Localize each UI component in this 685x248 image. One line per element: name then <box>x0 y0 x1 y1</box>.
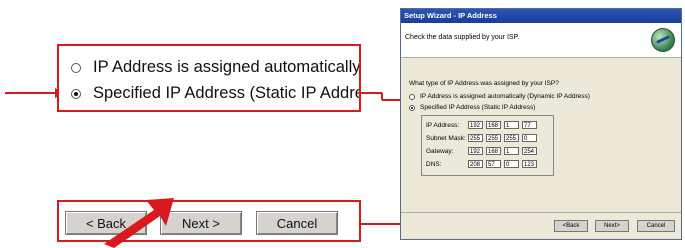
pointer-arrow-icon <box>104 198 174 248</box>
subnet-mask-octet-4[interactable]: 0 <box>522 134 537 142</box>
ip-address-octet-3[interactable]: 1 <box>504 121 519 129</box>
cancel-button-zoom[interactable]: Cancel <box>256 211 338 235</box>
radio-static-zoom[interactable]: Specified IP Address (Static IP Address) <box>71 84 361 103</box>
dialog-footer: <Back Next> Cancel <box>401 212 681 239</box>
radio-static-ip[interactable]: Specified IP Address (Static IP Address) <box>409 104 535 111</box>
dns-label: DNS: <box>426 160 442 168</box>
subnet-mask-octet-1[interactable]: 255 <box>468 134 483 142</box>
dns-octet-2[interactable]: 57 <box>486 160 501 168</box>
gateway-octet-3[interactable]: 1 <box>504 147 519 155</box>
ip-address-row: IP Address: 192 168 1 77 <box>426 120 540 130</box>
radio-zoom-callout: IP Address is assigned automatically (Dy… <box>57 44 361 112</box>
radio-dynamic-zoom-label: IP Address is assigned automatically (Dy… <box>93 58 361 76</box>
subnet-mask-octet-3[interactable]: 255 <box>504 134 519 142</box>
dns-row: DNS: 208 57 0 123 <box>426 159 540 169</box>
radio-static-ip-label: Specified IP Address (Static IP Address) <box>420 104 536 111</box>
ip-address-octet-4[interactable]: 77 <box>522 121 537 129</box>
back-button[interactable]: <Back <box>554 220 588 232</box>
setup-wizard-dialog: Setup Wizard - IP Address Check the data… <box>400 8 682 240</box>
radio-button-selected-icon <box>71 88 81 99</box>
subnet-mask-octet-2[interactable]: 255 <box>486 134 501 142</box>
dialog-question: What type of IP Address was assigned by … <box>409 80 559 87</box>
next-button[interactable]: Next> <box>595 220 629 232</box>
radio-dynamic-ip[interactable]: IP Address is assigned automatically (Dy… <box>409 93 590 100</box>
subnet-mask-row: Subnet Mask: 255 255 255 0 <box>426 133 540 143</box>
gateway-octet-4[interactable]: 254 <box>522 147 537 155</box>
ip-settings-group: IP Address: 192 168 1 77 Subnet Mask: 25… <box>421 115 554 176</box>
radio-dynamic-ip-label: IP Address is assigned automatically (Dy… <box>420 93 590 100</box>
gateway-label: Gateway: <box>426 147 454 155</box>
dns-octet-4[interactable]: 123 <box>522 160 537 168</box>
ip-address-octet-1[interactable]: 192 <box>468 121 483 129</box>
dns-octet-3[interactable]: 0 <box>504 160 519 168</box>
ip-address-octet-2[interactable]: 168 <box>486 121 501 129</box>
dialog-header: Check the data supplied by your ISP. <box>401 23 681 58</box>
gateway-octet-2[interactable]: 168 <box>486 147 501 155</box>
subnet-mask-label: Subnet Mask: <box>426 134 466 142</box>
dialog-header-text: Check the data supplied by your ISP. <box>405 34 520 41</box>
radio-static-zoom-label: Specified IP Address (Static IP Address) <box>93 84 361 102</box>
radio-button-icon <box>71 62 81 73</box>
globe-icon <box>651 28 675 52</box>
radio-button-selected-icon <box>409 104 415 111</box>
gateway-row: Gateway: 192 168 1 254 <box>426 146 540 156</box>
gateway-octet-1[interactable]: 192 <box>468 147 483 155</box>
cancel-button[interactable]: Cancel <box>637 220 675 232</box>
dns-octet-1[interactable]: 208 <box>468 160 483 168</box>
radio-dynamic-zoom[interactable]: IP Address is assigned automatically (Dy… <box>71 58 361 77</box>
radio-button-icon <box>409 93 415 100</box>
ip-address-label: IP Address: <box>426 121 460 129</box>
dialog-title: Setup Wizard - IP Address <box>401 9 681 23</box>
